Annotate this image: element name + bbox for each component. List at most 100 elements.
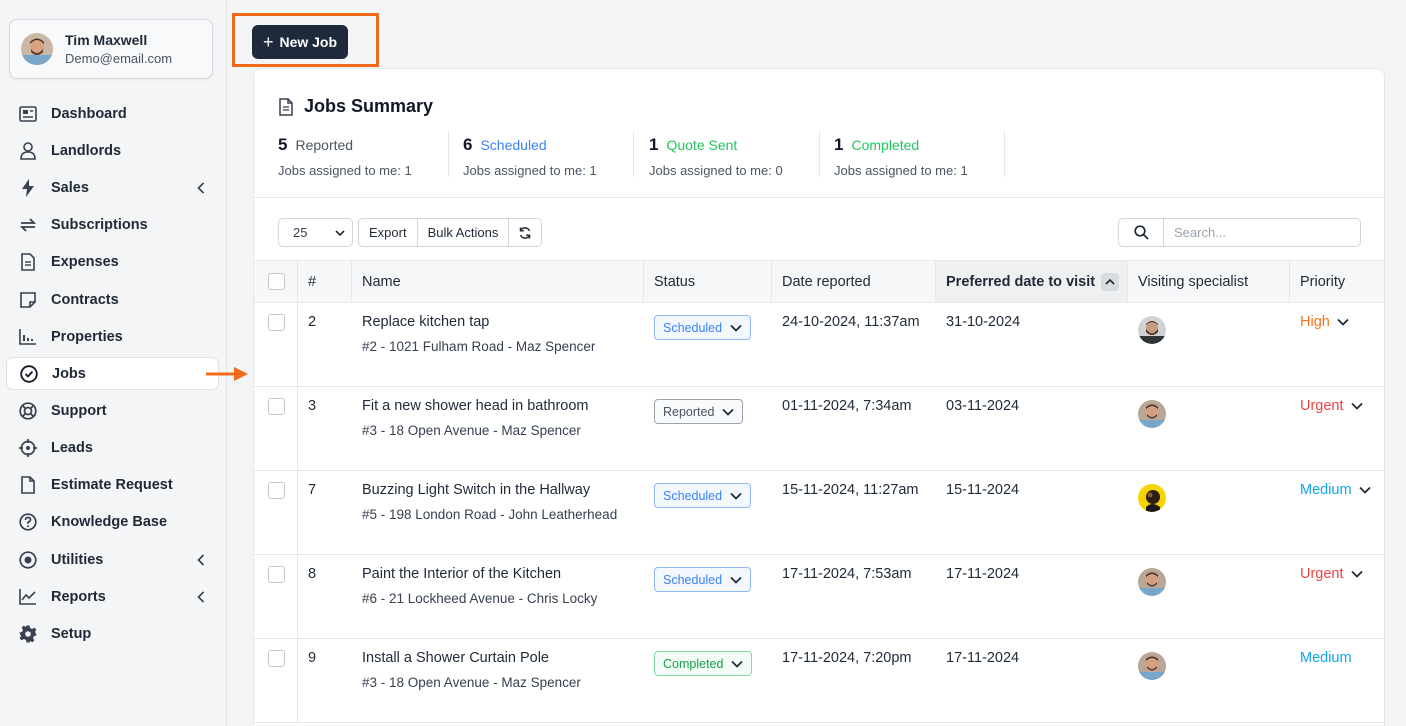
job-name-cell: Paint the Interior of the Kitchen #6 - 21… (352, 555, 644, 638)
select-all-checkbox[interactable] (268, 273, 285, 290)
table-row[interactable]: 8 Paint the Interior of the Kitchen #6 - 2… (254, 555, 1384, 639)
row-checkbox[interactable] (268, 566, 285, 583)
bulk-actions-button[interactable]: Bulk Actions (418, 219, 510, 246)
sidebar-item-label: Jobs (52, 365, 86, 382)
refresh-button[interactable] (509, 219, 541, 246)
sidebar-item-setup[interactable]: Setup (0, 615, 227, 652)
col-status[interactable]: Status (644, 261, 772, 302)
stat-reported[interactable]: 5 Reported Jobs assigned to me: 1 (278, 135, 412, 178)
job-property[interactable]: #6 - 21 Lockheed Avenue - Chris Locky (362, 591, 644, 606)
col-id[interactable]: # (298, 261, 352, 302)
sidebar-item-label: Utilities (51, 551, 104, 568)
sidebar-item-sales[interactable]: Sales (0, 169, 227, 206)
job-name[interactable]: Replace kitchen tap (362, 314, 644, 330)
row-select-cell (254, 471, 298, 554)
summary-title-text: Jobs Summary (304, 96, 434, 116)
job-property[interactable]: #3 - 18 Open Avenue - Maz Spencer (362, 423, 644, 438)
job-name-cell: Replace kitchen tap #2 - 1021 Fulham Road… (352, 303, 644, 386)
specialist-avatar[interactable] (1138, 316, 1166, 344)
priority-cell: Urgent (1290, 555, 1384, 638)
specialist-avatar[interactable] (1138, 484, 1166, 512)
sidebar-item-label: Setup (51, 626, 92, 643)
col-priority[interactable]: Priority (1290, 261, 1384, 302)
job-name[interactable]: Paint the Interior of the Kitchen (362, 566, 644, 582)
stat-completed[interactable]: 1 Completed Jobs assigned to me: 1 (834, 135, 968, 178)
new-job-button[interactable]: + New Job (252, 25, 348, 59)
col-name[interactable]: Name (352, 261, 644, 302)
stat-assigned: Jobs assigned to me: 1 (834, 163, 968, 178)
sidebar-item-jobs[interactable]: Jobs (6, 357, 219, 391)
specialist-avatar[interactable] (1138, 652, 1166, 680)
sidebar-item-knowledge-base[interactable]: Knowledge Base (0, 504, 227, 541)
stat-scheduled[interactable]: 6 Scheduled Jobs assigned to me: 1 (463, 135, 597, 178)
sidebar-item-label: Sales (51, 179, 89, 196)
row-checkbox[interactable] (268, 398, 285, 415)
page-size-select[interactable]: 25 (278, 218, 353, 247)
job-property[interactable]: #5 - 198 London Road - John Leatherhead (362, 507, 644, 522)
sidebar-item-reports[interactable]: Reports (0, 578, 227, 615)
search-input[interactable] (1164, 219, 1354, 246)
sidebar-item-utilities[interactable]: Utilities (0, 541, 227, 578)
priority-dropdown[interactable]: Urgent (1300, 398, 1363, 414)
question-circle-icon (19, 513, 37, 532)
priority-dropdown[interactable]: High (1300, 314, 1349, 330)
stat-count: 5 (278, 135, 288, 154)
row-checkbox[interactable] (268, 314, 285, 331)
stat-label: Quote Sent (666, 137, 738, 153)
crosshair-icon (19, 439, 37, 458)
job-name[interactable]: Buzzing Light Switch in the Hallway (362, 482, 644, 498)
status-dropdown[interactable]: Reported (654, 399, 744, 424)
sidebar-item-landlords[interactable]: Landlords (0, 132, 227, 169)
sidebar-item-leads[interactable]: Leads (0, 430, 227, 467)
status-badge: Reported (663, 404, 715, 419)
sticky-note-icon (19, 291, 37, 309)
status-dropdown[interactable]: Completed (654, 651, 753, 676)
sidebar-item-contracts[interactable]: Contracts (0, 281, 227, 318)
col-preferred-date[interactable]: Preferred date to visit (936, 261, 1128, 302)
new-job-label: New Job (279, 34, 338, 50)
search-icon[interactable] (1119, 219, 1164, 246)
specialist-avatar[interactable] (1138, 568, 1166, 596)
job-id: 8 (308, 566, 317, 582)
row-checkbox[interactable] (268, 482, 285, 499)
sidebar-item-estimate-request[interactable]: Estimate Request (0, 467, 227, 504)
refresh-icon (19, 216, 37, 234)
stat-label: Completed (851, 137, 920, 153)
status-dropdown[interactable]: Scheduled (654, 483, 752, 508)
sidebar-item-dashboard[interactable]: Dashboard (0, 95, 227, 132)
sidebar-item-support[interactable]: Support (0, 392, 227, 429)
stat-assigned: Jobs assigned to me: 0 (649, 163, 783, 178)
priority-dropdown[interactable]: Medium (1300, 650, 1352, 666)
stat-quote-sent[interactable]: 1 Quote Sent Jobs assigned to me: 0 (649, 135, 783, 178)
row-select-cell (254, 639, 298, 722)
export-button[interactable]: Export (359, 219, 418, 246)
job-property[interactable]: #2 - 1021 Fulham Road - Maz Spencer (362, 339, 644, 354)
job-name[interactable]: Install a Shower Curtain Pole (362, 650, 644, 666)
priority-dropdown[interactable]: Medium (1300, 482, 1371, 498)
lifebuoy-icon (19, 402, 37, 420)
col-date-reported[interactable]: Date reported (772, 261, 936, 302)
row-checkbox[interactable] (268, 650, 285, 667)
priority-dropdown[interactable]: Urgent (1300, 566, 1363, 582)
sidebar-item-label: Dashboard (51, 105, 127, 122)
table-row[interactable]: 3 Fit a new shower head in bathroom #3 - 1… (254, 387, 1384, 471)
sort-asc-icon[interactable] (1101, 273, 1119, 291)
status-dropdown[interactable]: Scheduled (654, 315, 752, 340)
sidebar-item-properties[interactable]: Properties (0, 318, 227, 355)
specialist-avatar[interactable] (1138, 400, 1166, 428)
user-card[interactable]: Tim Maxwell Demo@email.com (9, 19, 213, 79)
job-property[interactable]: #3 - 18 Open Avenue - Maz Spencer (362, 675, 644, 690)
col-visiting-specialist[interactable]: Visiting specialist (1128, 261, 1290, 302)
sidebar-item-subscriptions[interactable]: Subscriptions (0, 207, 227, 244)
chevron-down-icon (335, 228, 345, 238)
sidebar-nav: Dashboard Landlords Sales Subscriptions Expe… (0, 95, 227, 653)
sidebar-item-expenses[interactable]: Expenses (0, 244, 227, 281)
job-name[interactable]: Fit a new shower head in bathroom (362, 398, 644, 414)
table-row[interactable]: 2 Replace kitchen tap #2 - 1021 Fulham Roa… (254, 303, 1384, 387)
stat-count: 1 (834, 135, 844, 154)
table-row[interactable]: 7 Buzzing Light Switch in the Hallway #5 -… (254, 471, 1384, 555)
table-row[interactable]: 9 Install a Shower Curtain Pole #3 - 18 Op… (254, 639, 1384, 723)
status-dropdown[interactable]: Scheduled (654, 567, 752, 592)
date-reported: 17-11-2024, 7:53am (782, 566, 912, 582)
sidebar-item-label: Contracts (51, 291, 119, 308)
